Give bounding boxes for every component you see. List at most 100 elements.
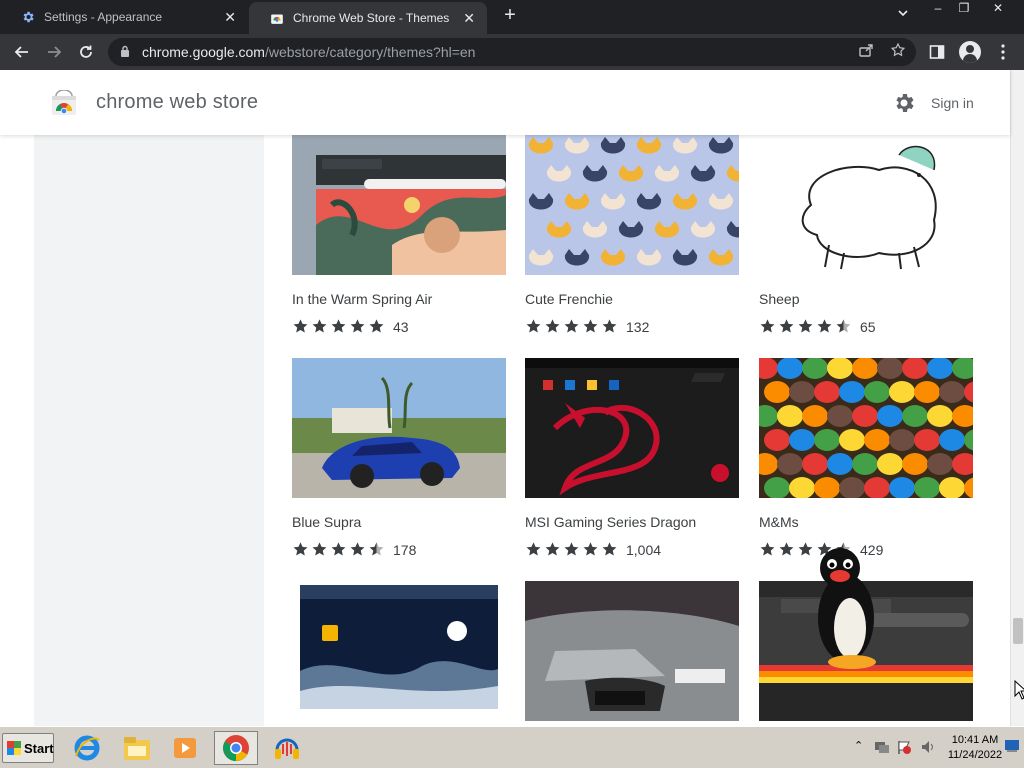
star-icon — [369, 319, 384, 333]
windows-taskbar: Start ⌃ 10:41 AM 11/24/2022 — [0, 726, 1024, 768]
theme-thumbnail-cute-frenchie[interactable] — [525, 135, 739, 275]
clock-time: 10:41 AM — [951, 734, 999, 746]
star-icon — [602, 542, 617, 556]
star-rating-icons — [292, 318, 387, 335]
chrome-web-store-logo[interactable] — [50, 89, 78, 116]
theme-card[interactable]: Cute Frenchie 132 — [525, 135, 739, 335]
restore-button[interactable]: ❐ — [954, 0, 974, 18]
settings-gear-icon[interactable] — [892, 91, 916, 115]
star-icon — [545, 319, 560, 333]
show-hidden-icons-chevron-icon[interactable]: ⌃ — [854, 739, 863, 752]
url-path: /webstore/category/themes?hl=en — [264, 44, 476, 60]
theme-card[interactable]: In the Warm Spring Air 43 — [292, 135, 506, 335]
share-icon[interactable] — [856, 40, 876, 60]
tab-chrome-web-store-themes[interactable]: Chrome Web Store - Themes ✕ — [249, 2, 487, 34]
star-icon — [836, 319, 851, 333]
gear-icon — [20, 9, 36, 25]
theme-name[interactable]: In the Warm Spring Air — [292, 291, 432, 307]
internet-explorer-icon[interactable] — [70, 731, 104, 765]
star-icon — [350, 319, 365, 333]
windows-flag-icon — [7, 741, 21, 755]
rating-count: 178 — [393, 541, 417, 558]
rating-count: 65 — [860, 318, 876, 335]
theme-thumbnail-gray-car[interactable] — [525, 581, 739, 721]
theme-card[interactable]: Blue Supra 178 — [292, 358, 506, 558]
forward-arrow-icon[interactable] — [42, 40, 66, 64]
theme-name[interactable]: M&Ms — [759, 514, 799, 530]
theme-name[interactable]: Sheep — [759, 291, 799, 307]
new-tab-button[interactable]: + — [498, 4, 522, 28]
lock-icon — [120, 45, 132, 60]
volume-icon[interactable] — [920, 739, 936, 760]
show-desktop-icon[interactable] — [1004, 737, 1020, 758]
star-icon — [779, 319, 794, 333]
tab-settings-appearance[interactable]: Settings - Appearance ✕ — [0, 0, 248, 34]
star-icon — [526, 319, 541, 333]
star-icon — [602, 319, 617, 333]
theme-card[interactable] — [525, 581, 739, 721]
pingu-desktop-mascot — [806, 548, 882, 672]
chrome-web-store-icon — [269, 10, 285, 26]
theme-thumbnail-night-sky[interactable] — [292, 581, 506, 721]
profile-avatar[interactable] — [959, 41, 981, 63]
theme-name[interactable]: Cute Frenchie — [525, 291, 613, 307]
theme-card[interactable]: MSI Gaming Series Dragon 1,004 — [525, 358, 739, 558]
scrollbar-thumb[interactable] — [1013, 618, 1023, 644]
close-icon[interactable]: ✕ — [224, 9, 236, 26]
theme-thumbnail-blue-supra[interactable] — [292, 358, 506, 498]
bookmark-star-icon[interactable] — [888, 40, 908, 60]
theme-name[interactable]: MSI Gaming Series Dragon — [525, 514, 696, 530]
store-header: chrome web store Sign in — [0, 70, 1010, 135]
back-arrow-icon[interactable] — [10, 40, 34, 64]
browser-tab-strip: Settings - Appearance ✕ Chrome Web Store… — [0, 0, 1024, 34]
network-icon[interactable] — [874, 739, 890, 760]
star-icon — [526, 542, 541, 556]
star-icon — [779, 542, 794, 556]
minimize-button[interactable]: – — [928, 0, 948, 18]
star-icon — [760, 542, 775, 556]
star-rating-icons — [292, 541, 387, 558]
theme-rating: 1,004 — [525, 541, 661, 558]
theme-thumbnail-mms[interactable] — [759, 358, 973, 498]
theme-card[interactable] — [292, 581, 506, 721]
start-label: Start — [24, 740, 54, 756]
star-rating-icons — [525, 541, 620, 558]
star-icon — [760, 319, 775, 333]
star-icon — [350, 542, 365, 556]
star-icon — [293, 542, 308, 556]
theme-rating: 178 — [292, 541, 416, 558]
theme-rating: 132 — [525, 318, 649, 335]
media-player-icon[interactable] — [168, 731, 202, 765]
file-explorer-icon[interactable] — [120, 731, 154, 765]
clock[interactable]: 10:41 AM 11/24/2022 — [944, 733, 1006, 763]
tab-search-chevron-icon[interactable] — [896, 6, 910, 23]
star-icon — [312, 542, 327, 556]
theme-name[interactable]: Blue Supra — [292, 514, 361, 530]
theme-thumbnail-sheep[interactable] — [759, 135, 973, 275]
store-title: chrome web store — [96, 91, 259, 113]
start-button[interactable]: Start — [2, 733, 54, 763]
sign-in-link[interactable]: Sign in — [931, 95, 974, 111]
star-icon — [798, 319, 813, 333]
theme-card[interactable]: Sheep 65 — [759, 135, 973, 335]
mouse-cursor-icon — [1014, 679, 1024, 700]
theme-thumbnail-msi-dragon[interactable] — [525, 358, 739, 498]
tab-title: Chrome Web Store - Themes — [293, 11, 450, 25]
chrome-taskbar-icon[interactable] — [214, 731, 258, 765]
rating-count: 43 — [393, 318, 409, 335]
star-icon — [331, 542, 346, 556]
side-panel-icon[interactable] — [926, 41, 948, 63]
close-window-button[interactable]: ✕ — [988, 0, 1008, 18]
reload-icon[interactable] — [74, 40, 98, 64]
tab-title: Settings - Appearance — [44, 10, 163, 24]
page-scrollbar[interactable] — [1010, 70, 1024, 726]
action-center-flag-icon[interactable] — [896, 739, 912, 760]
browser-toolbar: chrome.google.com/webstore/category/them… — [0, 34, 1024, 70]
audio-app-icon[interactable] — [270, 731, 304, 765]
close-icon[interactable]: ✕ — [463, 10, 475, 27]
more-menu-icon[interactable] — [992, 41, 1014, 63]
theme-thumbnail-warm-spring-air[interactable] — [292, 135, 506, 275]
address-bar[interactable]: chrome.google.com/webstore/category/them… — [108, 38, 916, 66]
star-icon — [293, 319, 308, 333]
theme-card[interactable]: M&Ms 429 — [759, 358, 973, 558]
